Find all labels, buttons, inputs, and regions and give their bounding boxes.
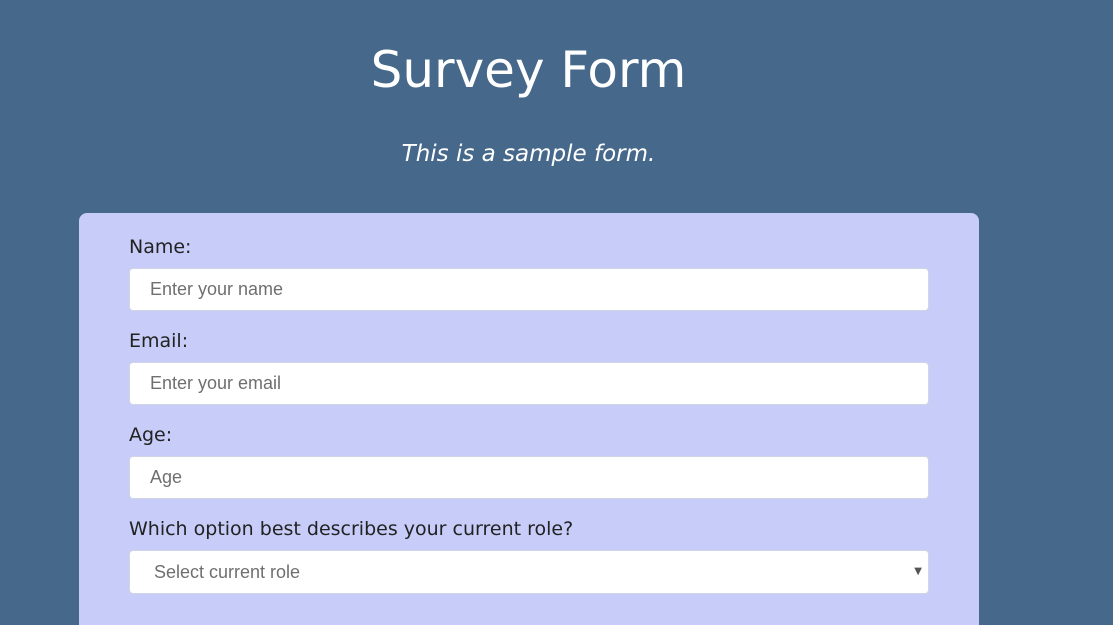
role-label: Which option best describes your current…: [129, 518, 574, 540]
email-input[interactable]: [129, 362, 929, 405]
page-description: This is a sample form.: [401, 141, 656, 167]
email-label: Email:: [129, 330, 189, 352]
age-input[interactable]: [129, 456, 929, 499]
name-label: Name:: [129, 236, 192, 258]
age-label: Age:: [129, 424, 173, 446]
page-title: Survey Form: [370, 41, 687, 99]
name-input[interactable]: [129, 268, 929, 311]
role-dropdown[interactable]: Select current role ▼: [129, 550, 929, 594]
role-dropdown-value: Select current role: [154, 562, 301, 582]
survey-form: Name: Email: Age: Which option best desc…: [79, 213, 979, 625]
chevron-down-icon: ▼: [914, 566, 922, 577]
